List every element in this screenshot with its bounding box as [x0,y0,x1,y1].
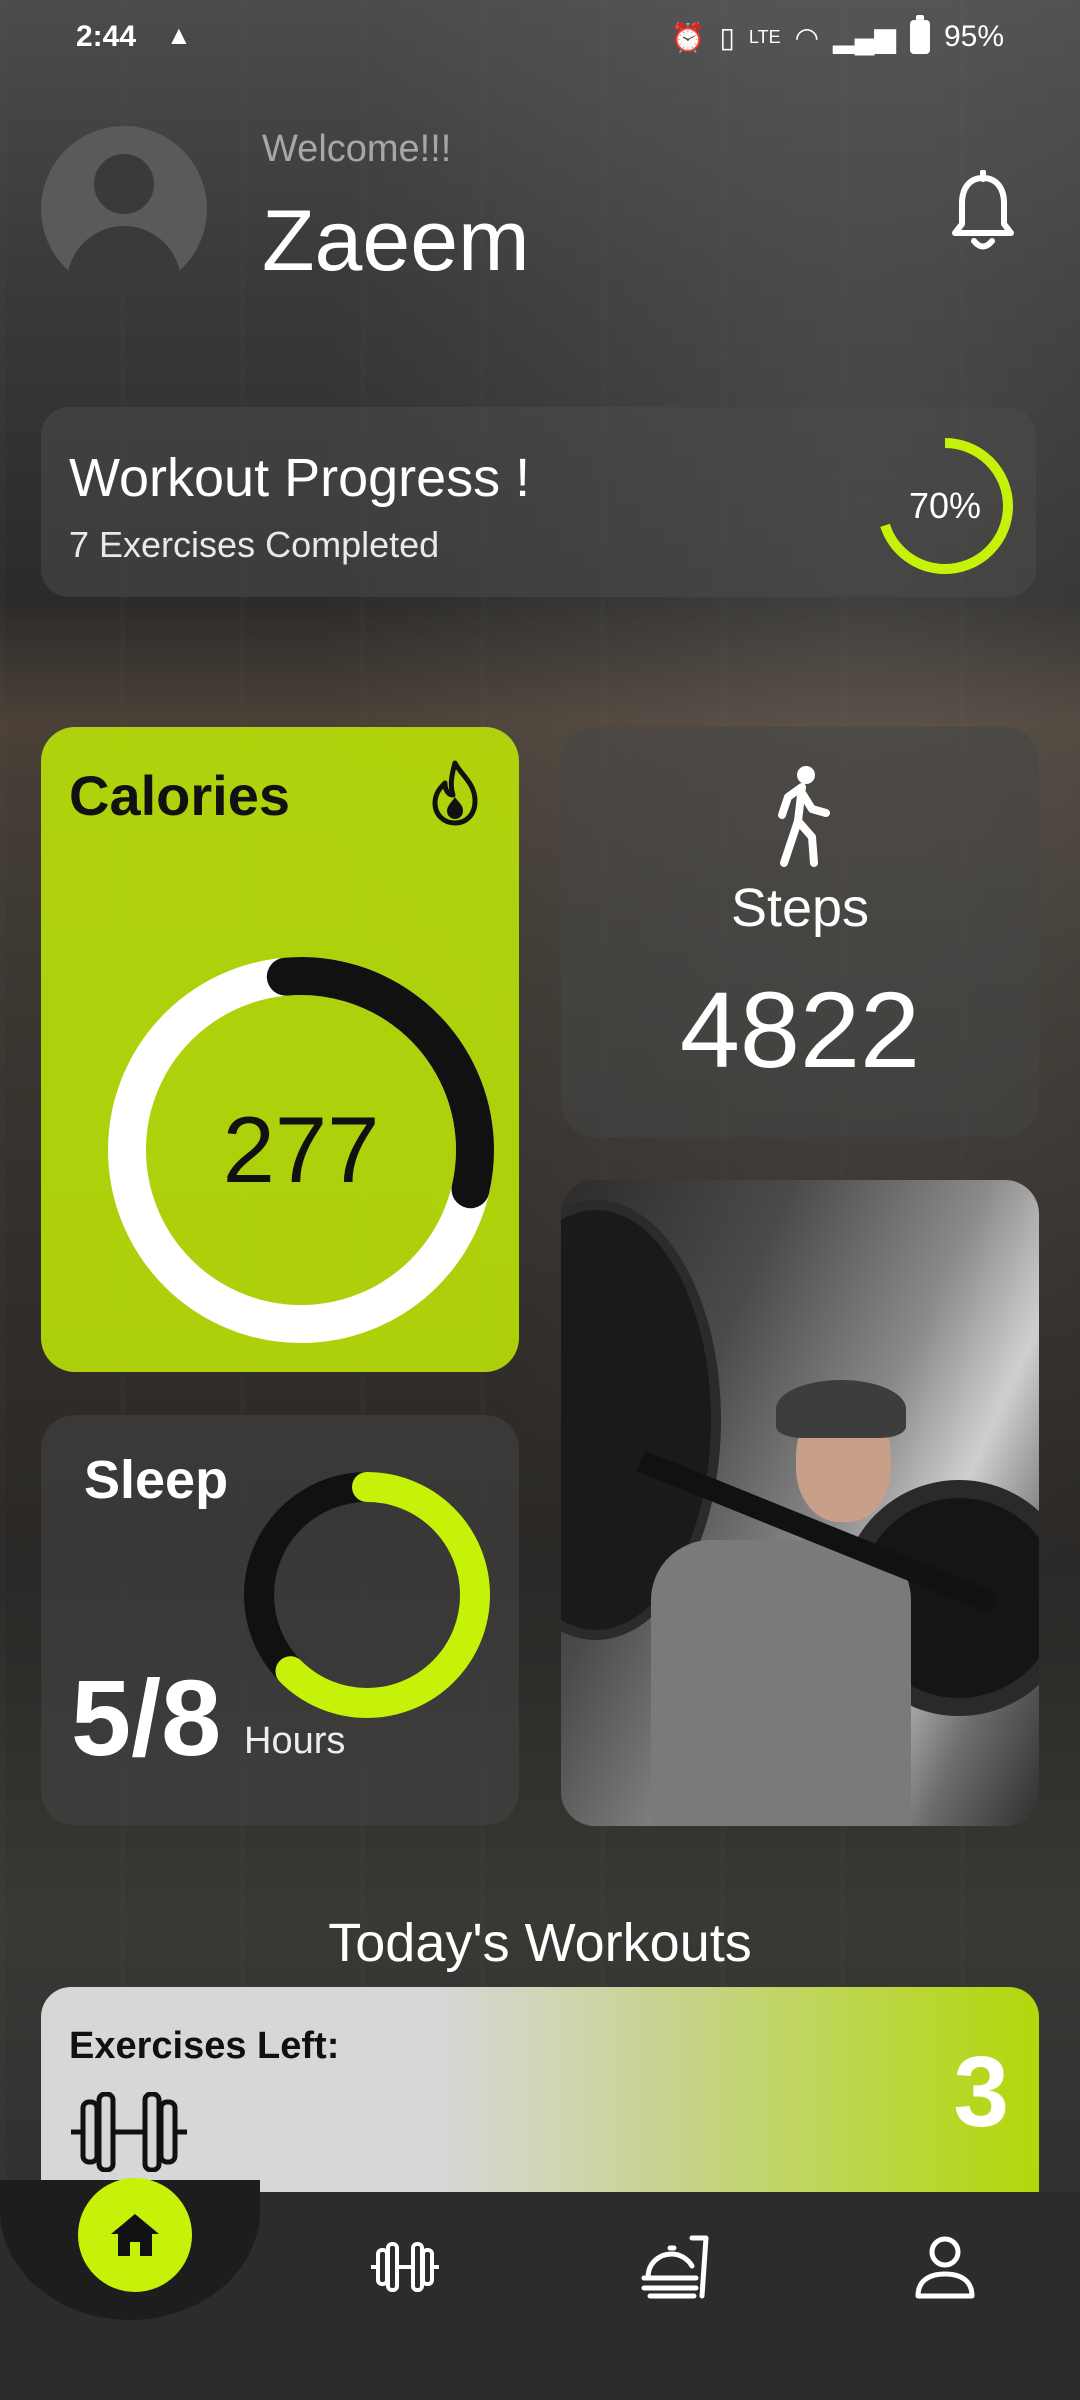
signal-icon: ▂▄▆ [833,21,896,53]
status-icons: ⏰ ▯ LTE ◠ ▂▄▆ 95% [670,15,1004,54]
home-icon [111,2214,159,2256]
sleep-unit: Hours [244,1720,346,1762]
steps-label: Steps [730,878,870,938]
warning-icon: ▲ [166,20,192,50]
workout-progress-percent: 70% [908,485,982,526]
exercises-left-card[interactable]: Exercises Left: 3 [41,1987,1039,2197]
avatar[interactable] [41,126,207,292]
steps-card[interactable]: Steps 4822 [561,727,1039,1137]
battery-percent: 95% [943,20,1004,53]
battery-icon [909,15,930,54]
avatar-head [94,154,154,214]
todays-workouts-title: Today's Workouts [328,1913,752,1973]
nav-food-tray-icon[interactable] [640,2232,710,2302]
photo-person [651,1540,911,1826]
status-bar: 2:44 ▲ ⏰ ▯ LTE ◠ ▂▄▆ 95% [0,0,1080,80]
sleep-card[interactable]: Sleep 5/8 Hours [41,1415,519,1825]
avatar-body [67,226,181,292]
nav-workouts-dumbbell-icon[interactable] [370,2232,440,2302]
steps-value: 4822 [679,969,921,1090]
calories-title: Calories [69,764,290,827]
sleep-title: Sleep [84,1450,229,1510]
volte-icon: LTE [748,26,781,47]
nav-home-button[interactable] [78,2178,192,2292]
exercises-left-count: 3 [953,2036,1009,2148]
username: Zaeem [262,193,530,289]
workout-progress-card[interactable]: Workout Progress ! 7 Exercises Completed… [41,407,1036,597]
bell-icon[interactable] [950,170,1016,254]
sleep-ring [244,1472,490,1718]
walking-person-icon [778,766,830,867]
wifi-icon: ◠ [794,21,820,53]
nav-profile-icon[interactable] [910,2232,980,2302]
flame-icon [432,760,478,826]
dumbbell-icon [71,2092,187,2172]
workout-progress-title: Workout Progress ! [69,448,531,508]
exercises-left-label: Exercises Left: [69,2025,340,2067]
calories-value: 277 [222,1097,380,1202]
photo-person-cap [776,1380,906,1438]
vibrate-icon: ▯ [719,21,735,53]
exercises-completed: 7 Exercises Completed [69,524,440,565]
status-time: 2:44 [76,20,137,53]
calories-card[interactable]: Calories 277 [41,727,519,1372]
alarm-icon: ⏰ [670,21,706,53]
workout-photo [561,1180,1039,1826]
welcome-text: Welcome!!! [262,128,452,170]
sleep-value: 5/8 [71,1657,222,1778]
